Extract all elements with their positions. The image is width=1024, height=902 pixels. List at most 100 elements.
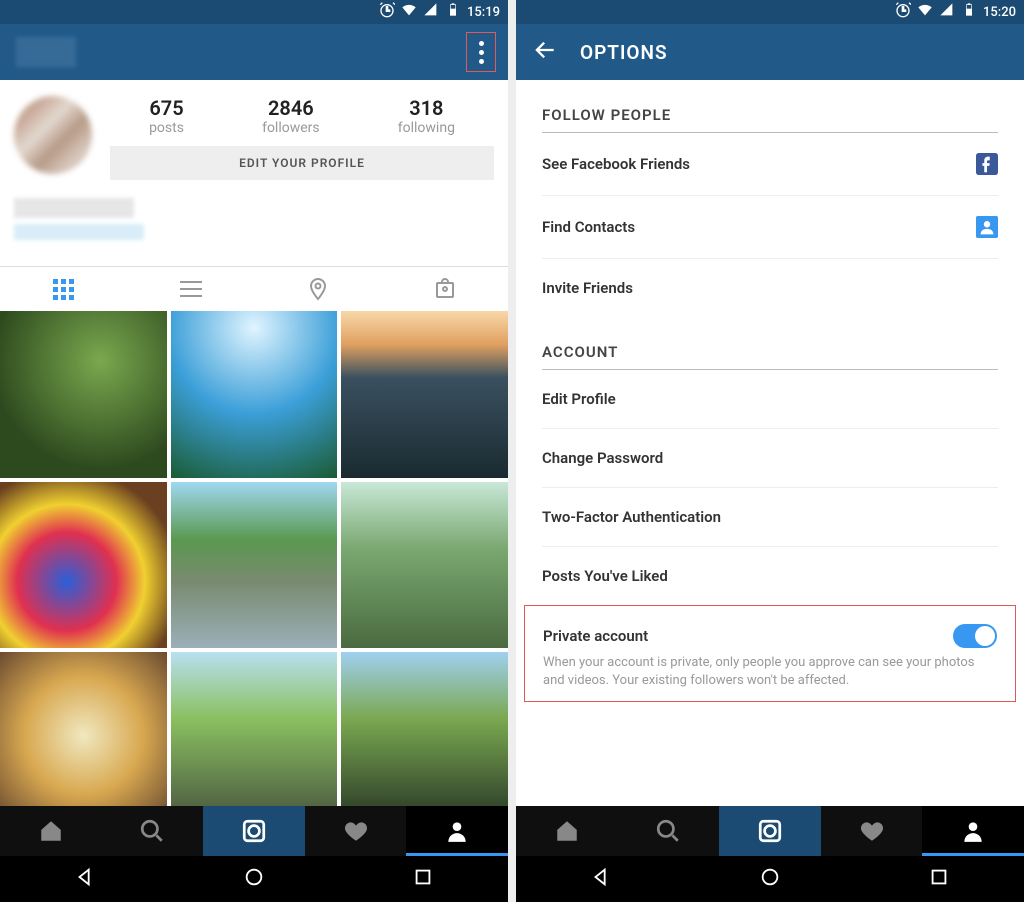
pin-icon [306, 277, 330, 301]
photo-thumb[interactable] [0, 652, 167, 806]
profile-icon [960, 818, 986, 844]
contacts-icon [976, 216, 998, 238]
edit-profile-row[interactable]: Edit Profile [542, 370, 998, 429]
following-count: 318 [398, 96, 455, 120]
search-tab[interactable] [102, 806, 204, 856]
android-nav-bar [516, 856, 1024, 902]
username-blur [14, 198, 134, 218]
wifi-icon [401, 2, 417, 22]
search-icon [655, 818, 681, 844]
home-icon [38, 818, 64, 844]
change-password-row[interactable]: Change Password [542, 429, 998, 488]
facebook-friends-label: See Facebook Friends [542, 155, 690, 173]
phone-left: 15:19 675 posts 2846 followers [0, 0, 508, 902]
camera-tab[interactable] [719, 806, 821, 856]
recent-softkey[interactable] [412, 866, 434, 892]
overflow-menu-button[interactable] [466, 32, 496, 72]
alarm-icon [895, 2, 911, 22]
invite-friends-label: Invite Friends [542, 279, 633, 297]
view-tabs [0, 267, 508, 311]
phone-right: 15:20 OPTIONS FOLLOW PEOPLE See Facebook… [516, 0, 1024, 902]
photo-grid [0, 311, 508, 806]
home-softkey[interactable] [243, 866, 265, 892]
followers-count: 2846 [262, 96, 320, 120]
heart-icon [859, 818, 885, 844]
home-softkey[interactable] [759, 866, 781, 892]
facebook-icon [976, 153, 998, 175]
invite-friends-row[interactable]: Invite Friends [542, 259, 998, 317]
following-stat[interactable]: 318 following [398, 96, 455, 136]
photo-thumb[interactable] [341, 311, 508, 478]
activity-tab[interactable] [821, 806, 923, 856]
profile-section: 675 posts 2846 followers 318 following E… [0, 80, 508, 252]
change-password-label: Change Password [542, 449, 663, 467]
two-factor-row[interactable]: Two-Factor Authentication [542, 488, 998, 547]
back-softkey[interactable] [590, 866, 612, 892]
app-header [0, 24, 508, 80]
status-time: 15:20 [983, 5, 1016, 20]
photo-thumb[interactable] [171, 311, 338, 478]
private-account-block: Private account When your account is pri… [524, 605, 1016, 702]
heart-icon [343, 818, 369, 844]
edit-profile-label: Edit Profile [542, 390, 616, 408]
back-softkey[interactable] [74, 866, 96, 892]
back-button[interactable] [532, 37, 558, 67]
home-icon [554, 818, 580, 844]
following-label: following [398, 120, 455, 136]
camera-tab[interactable] [203, 806, 305, 856]
list-view-tab[interactable] [176, 274, 206, 304]
options-header: OPTIONS [516, 24, 1024, 80]
android-nav-bar [0, 856, 508, 902]
recent-softkey[interactable] [928, 866, 950, 892]
options-list: FOLLOW PEOPLE See Facebook Friends Find … [516, 80, 1024, 806]
search-icon [139, 818, 165, 844]
profile-tab[interactable] [406, 806, 508, 856]
photo-thumb[interactable] [0, 311, 167, 478]
status-bar: 15:19 [0, 0, 508, 24]
edit-profile-button[interactable]: EDIT YOUR PROFILE [110, 146, 494, 180]
status-time: 15:19 [467, 5, 500, 20]
battery-icon [961, 2, 977, 22]
avatar[interactable] [14, 96, 92, 174]
username-header-blur [16, 37, 76, 67]
activity-tab[interactable] [305, 806, 407, 856]
private-account-label: Private account [543, 627, 648, 645]
find-contacts-row[interactable]: Find Contacts [542, 196, 998, 259]
posts-liked-label: Posts You've Liked [542, 567, 668, 585]
see-facebook-friends-row[interactable]: See Facebook Friends [542, 133, 998, 196]
posts-liked-row[interactable]: Posts You've Liked [542, 547, 998, 605]
home-tab[interactable] [0, 806, 102, 856]
followers-stat[interactable]: 2846 followers [262, 96, 320, 136]
private-account-toggle[interactable] [953, 624, 997, 648]
tagged-icon [433, 277, 457, 301]
options-title: OPTIONS [580, 41, 668, 64]
photo-thumb[interactable] [341, 482, 508, 649]
signal-icon [939, 2, 955, 22]
find-contacts-label: Find Contacts [542, 218, 635, 236]
followers-label: followers [262, 120, 320, 136]
places-tab[interactable] [303, 274, 333, 304]
wifi-icon [917, 2, 933, 22]
search-tab[interactable] [618, 806, 720, 856]
posts-stat[interactable]: 675 posts [149, 96, 184, 136]
profile-icon [444, 818, 470, 844]
list-icon [180, 281, 202, 297]
tagged-tab[interactable] [430, 274, 460, 304]
alarm-icon [379, 2, 395, 22]
photo-thumb[interactable] [341, 652, 508, 806]
photo-thumb[interactable] [0, 482, 167, 649]
grid-icon [52, 277, 76, 301]
profile-tab[interactable] [922, 806, 1024, 856]
battery-icon [445, 2, 461, 22]
signal-icon [423, 2, 439, 22]
photo-thumb[interactable] [171, 652, 338, 806]
home-tab[interactable] [516, 806, 618, 856]
back-arrow-icon [532, 37, 558, 63]
photo-thumb[interactable] [171, 482, 338, 649]
section-header-follow: FOLLOW PEOPLE [542, 80, 998, 133]
section-header-account: ACCOUNT [542, 317, 998, 370]
status-bar: 15:20 [516, 0, 1024, 24]
two-factor-label: Two-Factor Authentication [542, 508, 721, 526]
grid-view-tab[interactable] [49, 274, 79, 304]
posts-count: 675 [149, 96, 184, 120]
